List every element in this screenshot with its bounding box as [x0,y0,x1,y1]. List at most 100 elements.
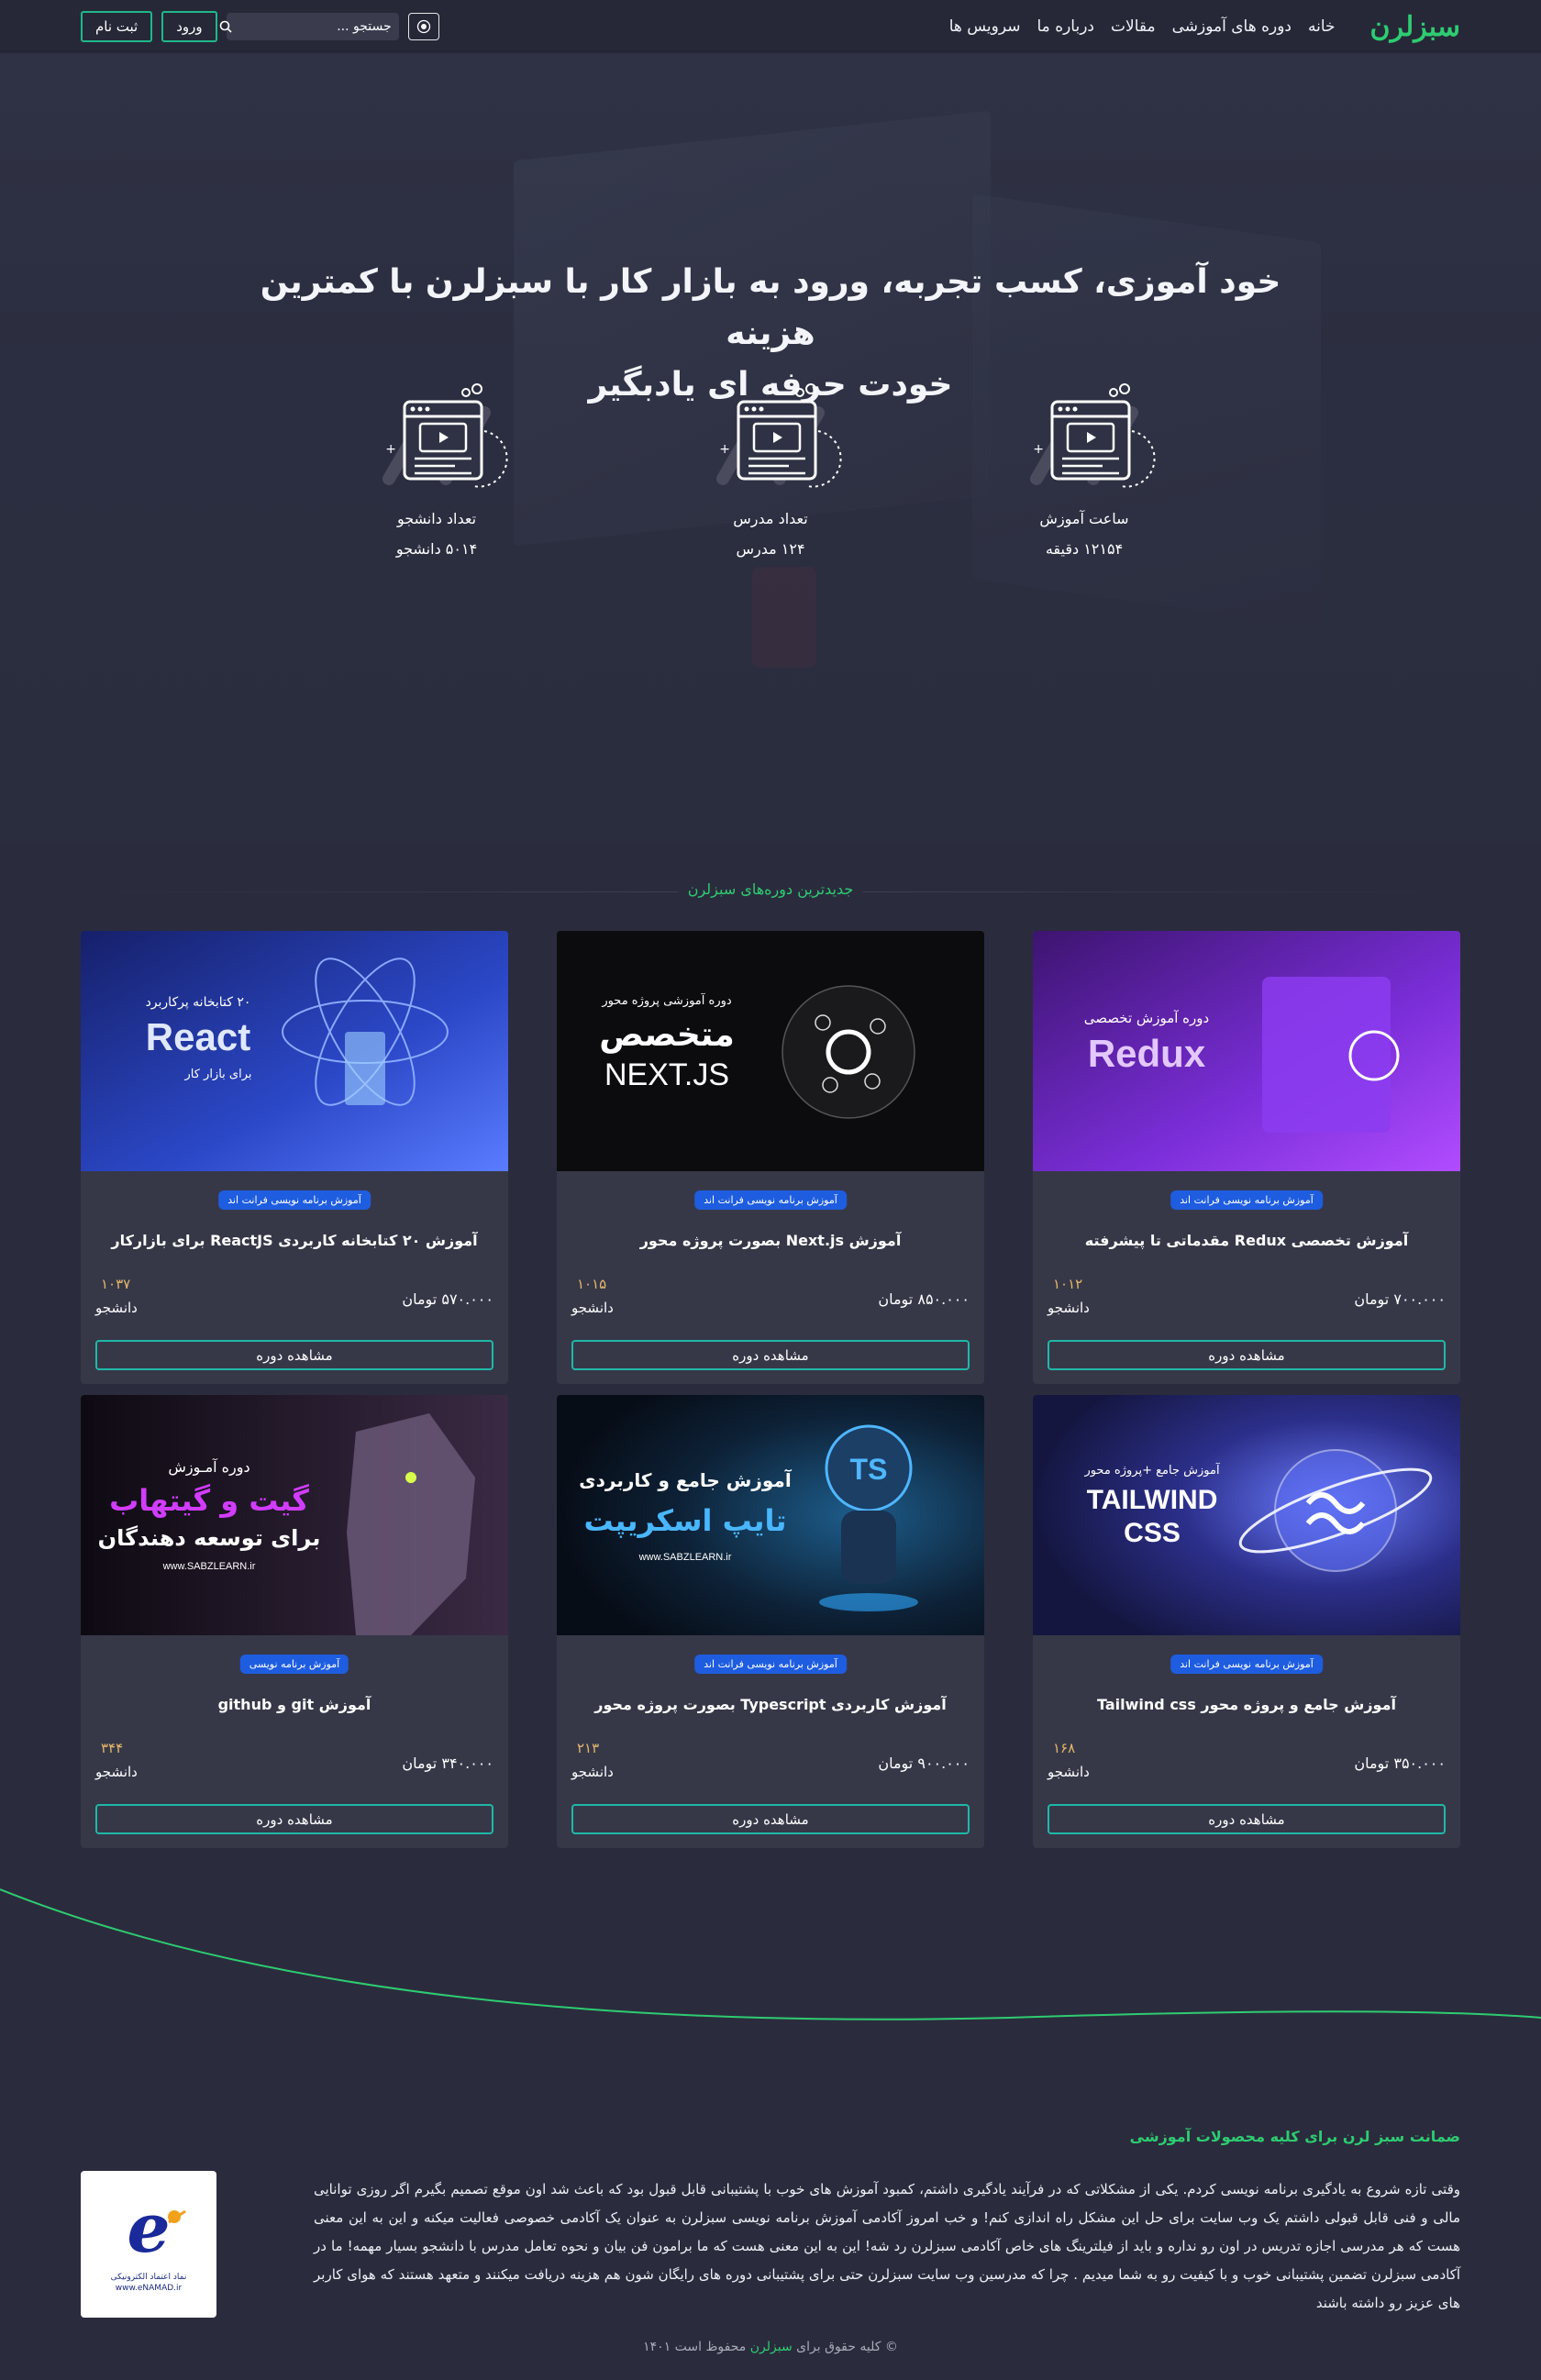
cover-title-2: CSS [1124,1518,1181,1548]
menu-about[interactable]: درباره ما [1037,17,1095,36]
students-label: دانشجو [571,1764,614,1780]
course-price: ۹۰۰.۰۰۰ تومان [878,1755,970,1772]
students-label: دانشجو [571,1300,614,1316]
stat-value: ۱۲۱۵۴ دقیقه [1045,540,1124,558]
menu-services[interactable]: سرویس ها [949,17,1021,36]
video-course-icon: + [716,383,842,488]
search-box [219,13,399,40]
category-badge[interactable]: آموزش برنامه نویسی فرانت اند [1170,1190,1323,1210]
cover-subtitle: دوره آموزشی پروژه محور [601,992,732,1008]
category-badge[interactable]: آموزش برنامه نویسی فرانت اند [1170,1655,1323,1674]
course-card[interactable]: ۲۰ کتابخانه پرکاربرد React برای بازار کا… [81,931,508,1384]
cover-title: TAILWIND [1087,1485,1218,1515]
stat-value: ۱۲۴ مدرس [736,540,805,558]
theme-toggle-icon[interactable] [407,13,439,40]
course-title[interactable]: آموزش جامع و پروژه محور Tailwind css [1042,1696,1451,1713]
enamad-caption: نماد اعتماد الکترونیکی www.eNAMAD.ir [111,2272,187,2294]
cover-badge: TS [850,1453,888,1486]
view-course-button[interactable]: مشاهده دوره [95,1804,493,1834]
site-logo[interactable]: سبزلرن [1370,11,1461,43]
students-count: ۱۶۸ [1053,1740,1076,1756]
students-label: دانشجو [1048,1764,1090,1780]
course-cover-image[interactable]: TS آموزش جامع و کاربردی تایپ اسکریپت www… [557,1395,984,1635]
svg-text:+: + [719,442,730,457]
copyright-brand-link[interactable]: سبزلرن [750,2340,793,2354]
menu-courses[interactable]: دوره های آموزشی [1172,17,1292,36]
course-title[interactable]: آموزش git و github [90,1696,499,1713]
course-title[interactable]: آموزش تخصصی Redux مقدماتی تا پیشرفته [1042,1232,1451,1249]
course-title[interactable]: آموزش ۲۰ کتابخانه کاربردی ReactJS برای ب… [90,1232,499,1249]
course-card[interactable]: آموزش جامع +پروژه محور TAILWIND CSS آموز… [1033,1395,1460,1848]
course-cover-image[interactable]: دوره آمـوزش گیت و گیتهاب برای توسعه دهند… [81,1395,508,1635]
cover-subtitle: آموزش جامع و کاربردی [579,1468,793,1491]
hero-background-cup [752,567,816,668]
cover-title: متخصص [599,1016,735,1054]
course-card[interactable]: دوره آمـوزش گیت و گیتهاب برای توسعه دهند… [81,1395,508,1848]
svg-text:+: + [385,442,396,457]
enamad-trust-badge[interactable]: e نماد اعتماد الکترونیکی www.eNAMAD.ir [81,2171,216,2318]
signup-button[interactable]: ثبت نام [81,11,153,42]
copyright-prefix: © کلیه حقوق برای [796,2340,898,2354]
course-title[interactable]: آموزش Next.js بصورت پروژه محور [566,1232,975,1249]
course-price: ۷۰۰.۰۰۰ تومان [1354,1290,1446,1308]
enamad-logo-icon: e [127,2195,186,2268]
category-badge[interactable]: آموزش برنامه نویسی فرانت اند [218,1190,371,1210]
stat-value: ۵۰۱۴ دانشجو [395,540,478,558]
hero-title-line1: خود آموزی، کسب تجربه، ورود به بازار کار … [260,263,1281,352]
wave-divider [0,1888,1541,2020]
cover-title: Redux [1088,1032,1206,1075]
course-cover-image[interactable]: ۲۰ کتابخانه پرکاربرد React برای بازار کا… [81,931,508,1171]
course-price: ۵۷۰.۰۰۰ تومان [402,1290,493,1308]
cover-title: گیت و گیتهاب [109,1483,309,1518]
students-label: دانشجو [95,1300,138,1316]
menu-home[interactable]: خانه [1308,17,1336,36]
section-title: جدیدترین دوره‌های سبزلرن [678,880,863,898]
course-price: ۳۴۰.۰۰۰ تومان [402,1755,493,1772]
view-course-button[interactable]: مشاهده دوره [1048,1340,1446,1370]
enamad-line-2: www.eNAMAD.ir [115,2284,183,2293]
about-paragraph: وقتی تازه شروع به یادگیری برنامه نویسی ک… [314,2181,1460,2311]
stat-label: تعداد مدرس [733,510,808,527]
nav-left-group: ثبت نام ورود [81,11,439,42]
course-card[interactable]: دوره آموزش تخصصی Redux آموزش برنامه نویس… [1033,931,1460,1384]
students-label: دانشجو [95,1764,138,1780]
category-badge[interactable]: آموزش برنامه نویسی فرانت اند [694,1190,847,1210]
students-count: ۱۰۱۵ [577,1276,607,1292]
category-badge[interactable]: آموزش برنامه نویسی [239,1655,349,1674]
cover-subtitle-2: برای توسعه دهندگان [98,1525,321,1551]
cover-subtitle: دوره آمـوزش [168,1458,249,1477]
cover-subtitle: ۲۰ کتابخانه پرکاربرد [146,995,251,1010]
course-cover-image[interactable]: آموزش جامع +پروژه محور TAILWIND CSS [1033,1395,1460,1635]
students-label: دانشجو [1048,1300,1090,1316]
stat-label: تعداد دانشجو [396,510,477,527]
svg-text:e: e [127,2195,170,2268]
category-badge[interactable]: آموزش برنامه نویسی فرانت اند [694,1655,847,1674]
guarantee-title: ضمانت سبز لرن برای کلیه محصولات آموزشی [1129,2128,1460,2145]
login-button[interactable]: ورود [161,11,217,42]
course-price: ۸۵۰.۰۰۰ تومان [878,1290,970,1308]
stat-label: ساعت آموزش [1039,510,1129,527]
course-card[interactable]: دوره آموزشی پروژه محور متخصص NEXT.JS آمو… [557,931,984,1384]
search-icon[interactable] [219,19,232,34]
cover-site: www.SABZLEARN.ir [162,1561,256,1572]
cover-title: React [146,1015,250,1058]
course-title[interactable]: آموزش کاربردی Typescript بصورت پروژه محو… [566,1696,975,1713]
view-course-button[interactable]: مشاهده دوره [95,1340,493,1370]
view-course-button[interactable]: مشاهده دوره [1048,1804,1446,1834]
cover-title-2: NEXT.JS [604,1057,729,1092]
stat-hours: + ساعت آموزش ۱۲۱۵۴ دقیقه [983,376,1185,558]
cover-subtitle: دوره آموزش تخصصی [1084,1010,1209,1026]
course-cover-image[interactable]: دوره آموزش تخصصی Redux [1033,931,1460,1171]
course-card[interactable]: TS آموزش جامع و کاربردی تایپ اسکریپت www… [557,1395,984,1848]
video-course-icon: + [1030,383,1156,488]
search-input[interactable] [231,19,392,34]
view-course-button[interactable]: مشاهده دوره [571,1804,970,1834]
menu-articles[interactable]: مقالات [1111,17,1156,36]
course-price: ۳۵۰.۰۰۰ تومان [1354,1755,1446,1772]
students-count: ۱۰۱۲ [1053,1276,1083,1292]
course-cover-image[interactable]: دوره آموزشی پروژه محور متخصص NEXT.JS [557,931,984,1171]
stat-students: + تعداد دانشجو ۵۰۱۴ دانشجو [336,376,538,558]
cover-site: www.SABZLEARN.ir [638,1552,732,1563]
nav-right-group: سبزلرن خانه دوره های آموزشی مقالات دربار… [949,11,1461,43]
view-course-button[interactable]: مشاهده دوره [571,1340,970,1370]
